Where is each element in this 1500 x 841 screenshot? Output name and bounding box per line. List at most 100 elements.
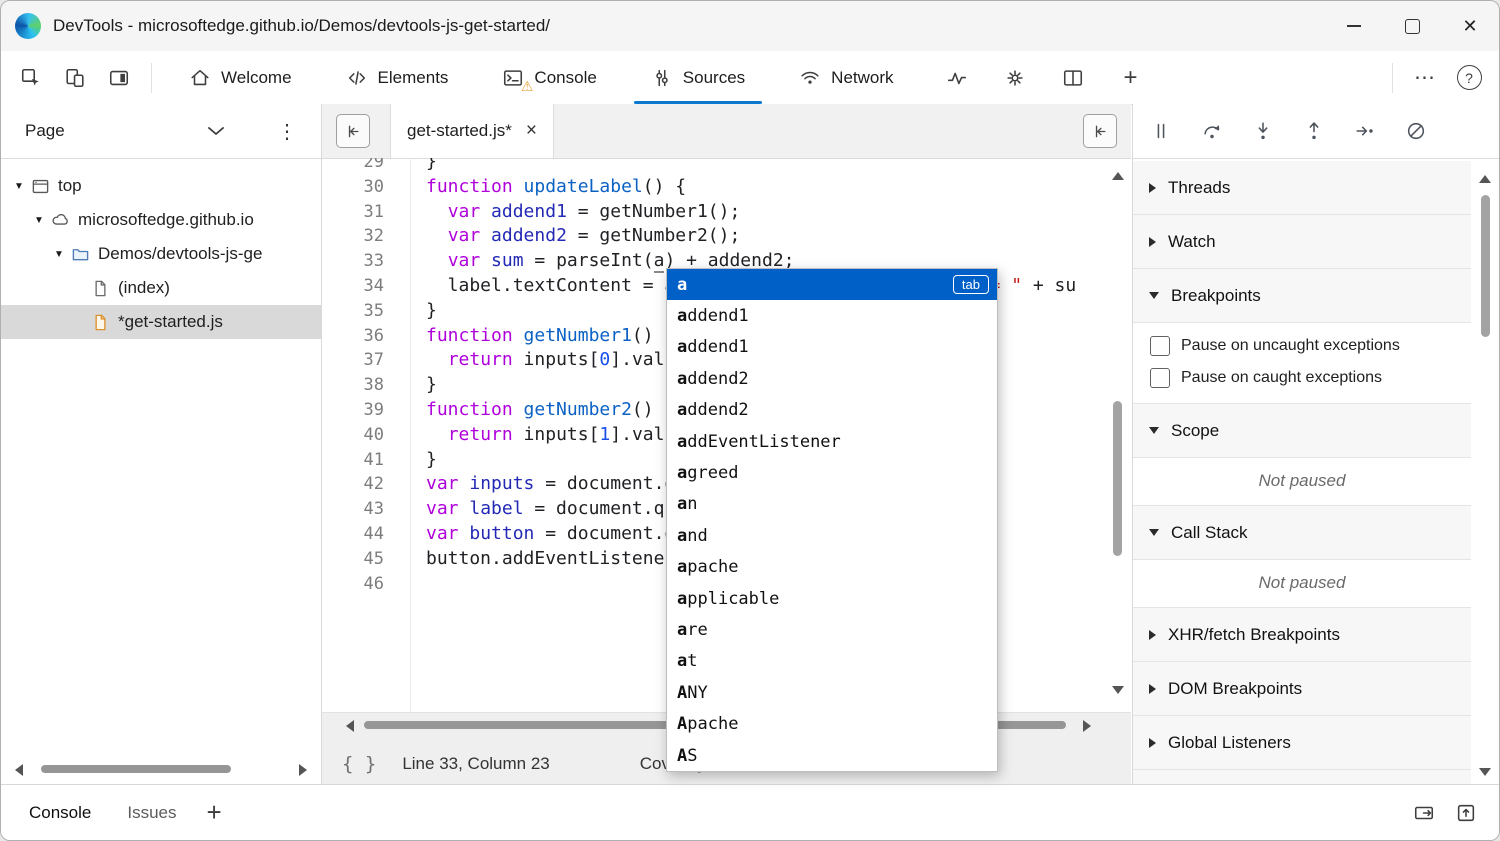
toolbar-divider bbox=[151, 63, 152, 93]
triangle-down-icon bbox=[1149, 427, 1159, 434]
autocomplete-item[interactable]: addend1 bbox=[667, 300, 997, 331]
scroll-up-icon[interactable] bbox=[1112, 172, 1124, 180]
window-title: DevTools - microsoftedge.github.io/Demos… bbox=[53, 16, 550, 36]
maximize-button[interactable] bbox=[1383, 1, 1441, 51]
tab-sources[interactable]: Sources bbox=[624, 52, 772, 104]
inspect-button[interactable] bbox=[9, 56, 53, 100]
autocomplete-item[interactable]: addEventListener bbox=[667, 426, 997, 457]
autocomplete-item[interactable]: addend1 bbox=[667, 332, 997, 363]
customize-menu-button[interactable]: ⋯ bbox=[1403, 56, 1447, 100]
code-token bbox=[426, 250, 448, 271]
kebab-menu-icon[interactable]: ⋮ bbox=[277, 119, 297, 144]
editor-v-scrollbar[interactable] bbox=[1109, 158, 1127, 712]
autocomplete-item[interactable]: are bbox=[667, 614, 997, 645]
scrollbar-thumb[interactable] bbox=[1481, 195, 1490, 337]
triangle-right-icon bbox=[1149, 684, 1156, 694]
autocomplete-item[interactable]: agreed bbox=[667, 457, 997, 488]
minimize-button[interactable] bbox=[1325, 1, 1383, 51]
pause-option-row[interactable]: Pause on uncaught exceptions bbox=[1133, 330, 1471, 362]
editor-tab[interactable]: get-started.js* × bbox=[390, 104, 554, 158]
pause-option-row[interactable]: Pause on caught exceptions bbox=[1133, 362, 1471, 394]
device-emulation-button[interactable] bbox=[53, 56, 97, 100]
section-watch[interactable]: Watch bbox=[1133, 215, 1471, 269]
help-button[interactable]: ? bbox=[1447, 56, 1491, 100]
expand-panel-icon[interactable] bbox=[1455, 802, 1477, 824]
tree-label: top bbox=[58, 176, 82, 196]
debugger-v-scrollbar[interactable] bbox=[1473, 161, 1499, 784]
debug-toolbar bbox=[1133, 104, 1499, 159]
checkbox[interactable] bbox=[1150, 368, 1170, 388]
step-out-button[interactable] bbox=[1294, 111, 1334, 151]
scrollbar-thumb[interactable] bbox=[1113, 401, 1122, 556]
checkbox-label: Pause on caught exceptions bbox=[1181, 369, 1382, 387]
tree-item-microsoftedge-github-io[interactable]: ▼microsoftedge.github.io bbox=[1, 203, 321, 237]
scroll-right-icon[interactable] bbox=[299, 764, 307, 776]
add-drawer-tab-button[interactable]: + bbox=[207, 797, 222, 828]
screencast-icon[interactable] bbox=[1413, 802, 1435, 824]
autocomplete-item[interactable]: ANY bbox=[667, 677, 997, 708]
step-button[interactable] bbox=[1345, 111, 1385, 151]
autocomplete-item[interactable]: an bbox=[667, 489, 997, 520]
line-number: 32 bbox=[322, 224, 410, 249]
line-number: 30 bbox=[322, 175, 410, 200]
close-button[interactable]: ✕ bbox=[1441, 1, 1499, 51]
section-breakpoints[interactable]: Breakpoints bbox=[1133, 269, 1471, 323]
drawer-tab-console[interactable]: Console bbox=[11, 785, 109, 840]
autocomplete-item[interactable]: apache bbox=[667, 552, 997, 583]
page-tab[interactable]: Page bbox=[25, 121, 65, 141]
editor-tab-label: get-started.js* bbox=[407, 121, 512, 141]
tab-welcome[interactable]: Welcome bbox=[162, 52, 319, 104]
scroll-right-icon[interactable] bbox=[1083, 720, 1091, 732]
deactivate-breakpoints-button[interactable] bbox=[1396, 111, 1436, 151]
layout-button[interactable] bbox=[1051, 56, 1095, 100]
section-threads[interactable]: Threads bbox=[1133, 161, 1471, 215]
memory-button[interactable] bbox=[993, 56, 1037, 100]
autocomplete-item[interactable]: applicable bbox=[667, 583, 997, 614]
autocomplete-item[interactable]: AS bbox=[667, 740, 997, 771]
tree-item-demos-devtools-js-ge[interactable]: ▼Demos/devtools-js-ge bbox=[1, 237, 321, 271]
scroll-left-icon[interactable] bbox=[15, 764, 23, 776]
checkbox[interactable] bbox=[1150, 336, 1170, 356]
autocomplete-item[interactable]: Apache bbox=[667, 708, 997, 739]
autocomplete-item[interactable]: at bbox=[667, 646, 997, 677]
scroll-down-icon[interactable] bbox=[1112, 686, 1124, 694]
navigate-back-button[interactable] bbox=[336, 114, 370, 148]
section-xhr-fetch-breakpoints[interactable]: XHR/fetch Breakpoints bbox=[1133, 608, 1471, 662]
step-into-button[interactable] bbox=[1243, 111, 1283, 151]
debugger-panel: ThreadsWatchBreakpoints Pause on uncaught… bbox=[1132, 104, 1499, 784]
step-over-button[interactable] bbox=[1192, 111, 1232, 151]
focus-page-button[interactable] bbox=[97, 56, 141, 100]
line-number: 38 bbox=[322, 373, 410, 398]
tree-item-index[interactable]: (index) bbox=[1, 271, 321, 305]
code-token bbox=[426, 225, 448, 246]
scrollbar-thumb[interactable] bbox=[41, 765, 231, 773]
pretty-print-icon[interactable]: { } bbox=[342, 753, 376, 775]
more-tools-button[interactable]: + bbox=[1109, 56, 1153, 100]
code-text: } bbox=[410, 448, 437, 473]
dropdown-chevron-icon[interactable] bbox=[207, 125, 225, 137]
autocomplete-item[interactable]: addend2 bbox=[667, 363, 997, 394]
scroll-up-icon[interactable] bbox=[1479, 175, 1491, 183]
hide-navigator-button[interactable] bbox=[1083, 114, 1117, 148]
scroll-down-icon[interactable] bbox=[1479, 768, 1491, 776]
autocomplete-item[interactable]: atab bbox=[667, 269, 997, 300]
sidebar-h-scrollbar[interactable] bbox=[1, 762, 321, 778]
autocomplete-item[interactable]: and bbox=[667, 520, 997, 551]
section-global-listeners[interactable]: Global Listeners bbox=[1133, 716, 1471, 770]
drawer-tab-issues[interactable]: Issues bbox=[109, 785, 194, 840]
console-icon: ⚠ bbox=[502, 67, 524, 89]
section-dom-breakpoints[interactable]: DOM Breakpoints bbox=[1133, 662, 1471, 716]
performance-button[interactable] bbox=[935, 56, 979, 100]
tree-item-top[interactable]: ▼top bbox=[1, 169, 321, 203]
pause-button[interactable] bbox=[1141, 111, 1181, 151]
autocomplete-item[interactable]: addend2 bbox=[667, 395, 997, 426]
close-tab-icon[interactable]: × bbox=[526, 120, 537, 142]
tab-label: Welcome bbox=[221, 68, 292, 88]
tree-item-get-started-js[interactable]: *get-started.js bbox=[1, 305, 321, 339]
tab-console[interactable]: ⚠Console bbox=[475, 52, 623, 104]
tab-network[interactable]: Network bbox=[772, 52, 920, 104]
scroll-left-icon[interactable] bbox=[346, 720, 354, 732]
tab-elements[interactable]: Elements bbox=[319, 52, 476, 104]
section-call-stack[interactable]: Call Stack bbox=[1133, 506, 1471, 560]
section-scope[interactable]: Scope bbox=[1133, 404, 1471, 458]
